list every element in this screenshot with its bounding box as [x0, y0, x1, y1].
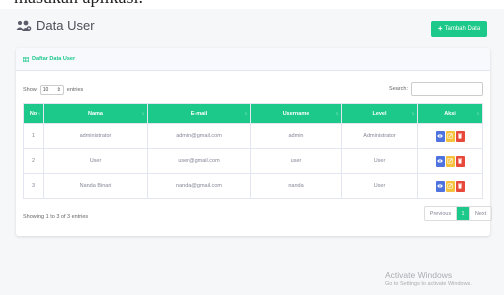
cell-email: admin@gmail.com	[147, 123, 251, 149]
activation-watermark: Activate Windows Go to Settings to activ…	[385, 270, 472, 287]
plus-icon: +	[437, 24, 443, 33]
add-data-label: Tambah Data	[444, 26, 481, 32]
page-1-button[interactable]: 1	[457, 207, 469, 220]
cell-email: user@gmail.com	[147, 148, 251, 174]
table-header-row: No ↑↓ Nama ↑↓ E-mail ↑↓ Username ↑↓ Level ↑↓ …	[23, 103, 483, 124]
cell-aksi	[417, 148, 483, 174]
edit-icon	[447, 133, 453, 139]
cell-nama: User	[43, 148, 148, 174]
pagination: Previous 1 Next	[424, 206, 492, 221]
page-title: Data User	[36, 18, 95, 33]
eye-icon	[437, 184, 443, 188]
col-header-no[interactable]: No ↑↓	[23, 103, 44, 124]
cell-no: 3	[23, 173, 44, 199]
edit-button[interactable]	[445, 130, 455, 142]
table-row: 2 User user@gmail.com user User	[23, 148, 483, 174]
table-info: Showing 1 to 3 of 3 entries	[23, 214, 89, 220]
search-label: Search:	[389, 86, 408, 92]
next-button[interactable]: Next	[469, 207, 491, 220]
view-button[interactable]	[435, 155, 445, 167]
cell-aksi	[417, 173, 483, 199]
users-cog-icon	[16, 20, 32, 31]
search-control: Search:	[389, 82, 483, 96]
col-header-level[interactable]: Level ↑↓	[341, 103, 418, 124]
col-header-username[interactable]: Username ↑↓	[250, 103, 342, 124]
delete-button[interactable]	[455, 155, 465, 167]
trash-icon	[458, 158, 462, 164]
cell-level: User	[341, 173, 418, 199]
delete-button[interactable]	[455, 180, 465, 192]
cut-off-text: masukan aplikasi.	[0, 0, 504, 9]
entries-value: 10	[42, 87, 49, 93]
cell-username: admin	[250, 123, 342, 149]
search-input[interactable]	[411, 82, 483, 96]
watermark-title: Activate Windows	[385, 270, 453, 280]
col-header-email[interactable]: E-mail ↑↓	[147, 103, 251, 124]
sort-icon: ↑↓	[244, 111, 248, 116]
cell-email: nanda@gmail.com	[147, 173, 251, 199]
sort-icon: ↑↓	[335, 111, 339, 116]
view-button[interactable]	[435, 180, 445, 192]
sort-icon: ↑↓	[476, 111, 480, 116]
select-arrows-icon: ⇕	[56, 87, 61, 93]
col-header-nama[interactable]: Nama ↑↓	[43, 103, 148, 124]
cell-level: Administrator	[341, 123, 418, 149]
cell-nama: Nanda Binari	[43, 173, 148, 199]
cell-username: nanda	[250, 173, 342, 199]
cut-off-caption: masukan aplikasi.	[14, 0, 143, 8]
show-label: Show	[23, 87, 37, 93]
cell-no: 1	[23, 123, 44, 149]
previous-button[interactable]: Previous	[425, 207, 457, 220]
eye-icon	[437, 134, 443, 138]
card-header: Daftar Data User	[16, 48, 490, 71]
cell-aksi	[417, 123, 483, 149]
edit-button[interactable]	[445, 180, 455, 192]
card-title: Daftar Data User	[32, 56, 76, 62]
table-icon	[23, 56, 29, 62]
entries-label: entries	[66, 87, 84, 93]
delete-button[interactable]	[455, 130, 465, 142]
page-header: Data User	[16, 18, 95, 33]
cell-level: User	[341, 148, 418, 174]
data-card: Daftar Data User Show 10 ⇕ entries Searc…	[16, 48, 492, 236]
table-row: 3 Nanda Binari nanda@gmail.com nanda Use…	[23, 173, 483, 199]
cell-no: 2	[23, 148, 44, 174]
cell-nama: administrator	[43, 123, 148, 149]
entries-select[interactable]: 10 ⇕	[39, 85, 64, 95]
sort-icon: ↑↓	[411, 111, 415, 116]
table-row: 1 administrator admin@gmail.com admin Ad…	[23, 123, 483, 149]
view-button[interactable]	[435, 130, 445, 142]
trash-icon	[458, 133, 462, 139]
edit-button[interactable]	[445, 155, 455, 167]
sort-icon: ↑↓	[37, 111, 41, 116]
cell-username: user	[250, 148, 342, 174]
sort-icon: ↑↓	[141, 111, 145, 116]
length-control: Show 10 ⇕ entries	[23, 85, 83, 95]
add-data-button[interactable]: + Tambah Data	[431, 21, 487, 37]
eye-icon	[437, 159, 443, 163]
trash-icon	[458, 183, 462, 189]
edit-icon	[447, 158, 453, 164]
edit-icon	[447, 183, 453, 189]
user-table: No ↑↓ Nama ↑↓ E-mail ↑↓ Username ↑↓ Level ↑↓ …	[23, 103, 483, 199]
col-header-aksi[interactable]: Aksi ↑↓	[417, 103, 483, 124]
watermark-subtitle: Go to Settings to activate Windows.	[385, 281, 472, 287]
